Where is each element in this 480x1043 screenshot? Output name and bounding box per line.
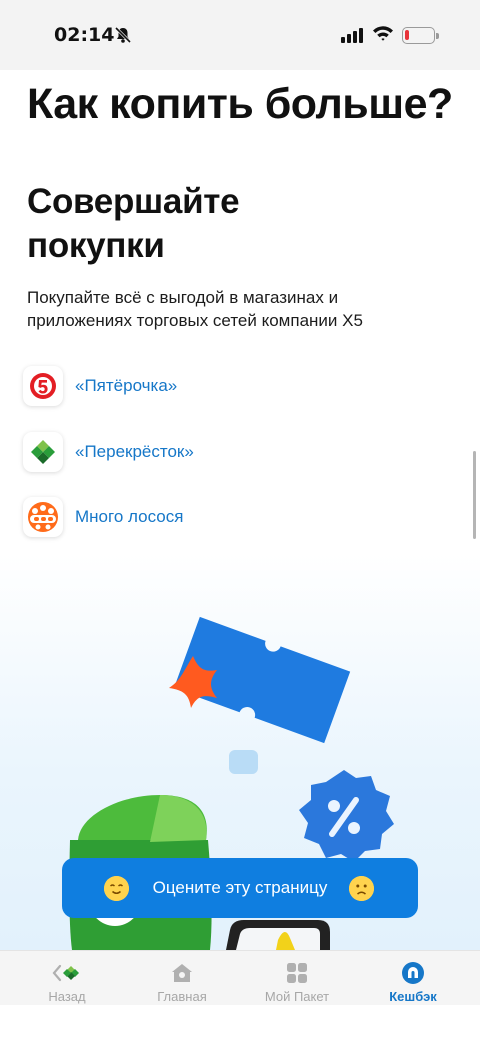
tab-home[interactable]: Главная bbox=[122, 951, 242, 1006]
pale-pill-shape bbox=[229, 750, 258, 774]
home-indicator-area bbox=[0, 1005, 480, 1043]
back-icon bbox=[52, 961, 82, 985]
page-title: Как копить больше? bbox=[27, 80, 453, 128]
status-bar: 02:14 bbox=[0, 0, 480, 70]
tab-back-label: Назад bbox=[48, 989, 86, 1004]
store-link-mnogo-lososya[interactable]: Много лосося bbox=[75, 507, 183, 527]
sad-face-emoji-icon[interactable] bbox=[349, 876, 374, 901]
tab-my-package[interactable]: Мой Пакет bbox=[237, 951, 357, 1006]
cellular-signal-icon bbox=[341, 28, 363, 43]
store-pyaterochka[interactable]: «Пятёрочка» bbox=[23, 366, 177, 406]
mnogo-lososya-logo-icon bbox=[23, 497, 63, 537]
bottom-tab-bar: Назад Главная Мой Пакет Кешбэк bbox=[0, 950, 480, 1005]
scrollbar[interactable] bbox=[473, 451, 476, 539]
rate-page-label: Оцените эту страницу bbox=[152, 878, 328, 897]
tab-back[interactable]: Назад bbox=[7, 951, 127, 1006]
store-link-pyaterochka[interactable]: «Пятёрочка» bbox=[75, 376, 177, 396]
home-icon bbox=[171, 961, 193, 985]
tab-cashback-label: Кешбэк bbox=[389, 989, 437, 1004]
tab-home-label: Главная bbox=[157, 989, 207, 1004]
wifi-icon bbox=[372, 24, 394, 47]
main-content[interactable]: Как копить больше? Совершайте покупки По… bbox=[0, 70, 480, 950]
cashback-icon bbox=[401, 961, 425, 985]
store-mnogo-lososya[interactable]: Много лосося bbox=[23, 497, 183, 537]
section-title: Совершайте покупки bbox=[27, 182, 240, 265]
tab-my-package-label: Мой Пакет bbox=[264, 989, 330, 1004]
store-perekrestok[interactable]: «Перекрёсток» bbox=[23, 432, 194, 472]
store-link-perekrestok[interactable]: «Перекрёсток» bbox=[75, 442, 194, 462]
grid-icon bbox=[286, 961, 308, 985]
rate-page-button[interactable]: Оцените эту страницу bbox=[62, 858, 418, 918]
phone-edge-shape bbox=[226, 920, 330, 950]
tab-cashback[interactable]: Кешбэк bbox=[353, 951, 473, 1006]
percent-badge-icon bbox=[299, 770, 394, 862]
bell-off-icon bbox=[114, 26, 132, 49]
perekrestok-logo-icon bbox=[23, 432, 63, 472]
pyaterochka-logo-icon bbox=[23, 366, 63, 406]
status-time: 02:14 bbox=[54, 24, 115, 46]
content-face-emoji-icon[interactable] bbox=[104, 876, 129, 901]
section-description: Покупайте всё с выгодой в магазинах и пр… bbox=[27, 288, 363, 330]
battery-icon bbox=[402, 27, 439, 44]
